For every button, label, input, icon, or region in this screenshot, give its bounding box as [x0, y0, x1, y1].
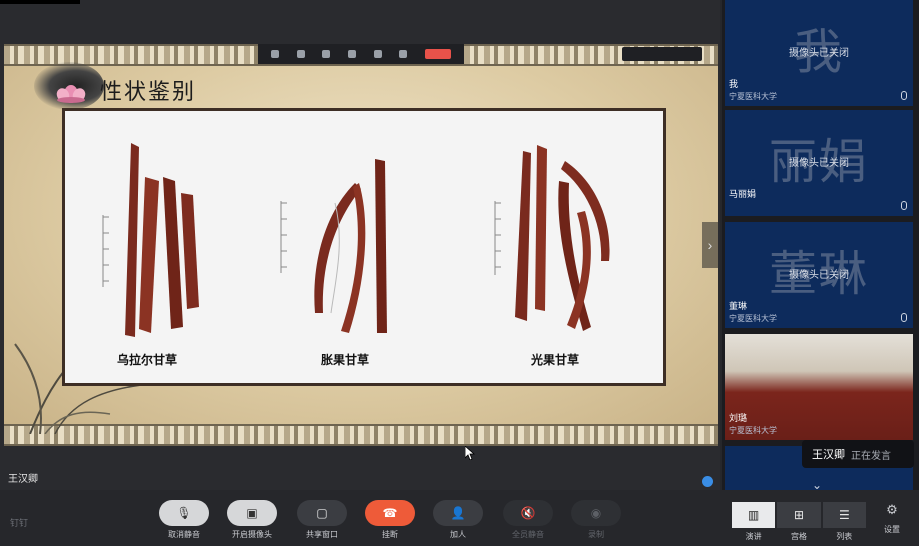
mini-stop-share-button[interactable]: [425, 49, 452, 59]
meeting-window: 性状鉴别 乌拉尔甘草 胀果甘草 光果甘草 › 王汉卿 我 摄像头已关闭 我 宁夏…: [0, 0, 919, 546]
share-window-button[interactable]: ▢ 共享窗口: [296, 500, 348, 540]
camera-off-status: 摄像头已关闭: [789, 48, 849, 59]
mouse-cursor-icon: [465, 446, 475, 460]
camera-off-status: 摄像头已关闭: [789, 158, 849, 169]
presentation-slide: 性状鉴别 乌拉尔甘草 胀果甘草 光果甘草: [4, 44, 718, 446]
herb-label-1: 乌拉尔甘草: [117, 353, 178, 367]
next-page-arrow[interactable]: ›: [702, 222, 718, 268]
participant-tile[interactable]: 董琳 摄像头已关闭 董琳 宁夏医科大学: [725, 222, 913, 328]
specimen-card: 乌拉尔甘草 胀果甘草 光果甘草: [62, 108, 666, 386]
mini-timer-icon: [399, 50, 408, 58]
herb-label-2: 胀果甘草: [321, 353, 370, 367]
list-view-icon[interactable]: ☰: [822, 502, 866, 528]
share-screen-icon[interactable]: ▢: [297, 500, 347, 526]
add-participant-button[interactable]: 👤 加人: [432, 500, 484, 540]
camera-off-icon[interactable]: ▣: [227, 500, 277, 526]
mini-add-icon[interactable]: [347, 50, 356, 58]
mute-all-button[interactable]: 🔇 全员静音: [502, 500, 554, 540]
app-brand: 钉钉: [10, 518, 29, 528]
participant-name: 刘璐: [729, 413, 748, 423]
grid-view-label: 宫格: [790, 532, 807, 541]
mic-muted-icon: [901, 201, 907, 210]
mini-camera-icon[interactable]: [296, 50, 305, 58]
herb-image-1: [102, 143, 199, 337]
phone-hangup-icon[interactable]: ☎: [365, 500, 415, 526]
mute-all-icon[interactable]: 🔇: [503, 500, 553, 526]
speaker-view-label: 演讲: [745, 532, 762, 541]
unmute-button[interactable]: 🎙 取消静音: [158, 500, 210, 540]
gear-icon[interactable]: ⚙: [880, 502, 904, 518]
camera-button[interactable]: ▣ 开启摄像头: [226, 500, 278, 540]
view-mode-labels: 演讲 宫格 列表: [732, 531, 866, 542]
mic-muted-icon: [901, 91, 907, 100]
view-mode-dropdown[interactable]: [622, 47, 702, 61]
speaker-view-icon[interactable]: ▥: [732, 502, 776, 528]
chevron-down-icon[interactable]: ⌄: [812, 478, 822, 492]
participant-video-tile[interactable]: 刘璐 宁夏医科大学: [725, 334, 913, 440]
active-speaker-status: 正在发言: [851, 450, 891, 462]
participant-name: 马丽娟: [729, 189, 757, 199]
active-speaker-tooltip: 王汉卿 正在发言: [802, 440, 914, 468]
view-mode-group[interactable]: ▥ ⊞ ☰: [732, 502, 866, 528]
mini-member-icon[interactable]: [322, 50, 331, 58]
list-view-label: 列表: [836, 532, 853, 541]
shared-screen-area: 性状鉴别 乌拉尔甘草 胀果甘草 光果甘草 › 王汉卿: [0, 0, 720, 490]
add-user-icon[interactable]: 👤: [433, 500, 483, 526]
active-speaker-name: 王汉卿: [812, 449, 845, 461]
mic-off-icon[interactable]: 🎙: [159, 500, 209, 526]
slide-title: 性状鉴别: [100, 79, 197, 104]
participant-org: 宁夏医科大学: [729, 426, 777, 435]
participant-tile[interactable]: 我 摄像头已关闭 我 宁夏医科大学: [725, 0, 913, 106]
herb-label-3: 光果甘草: [531, 353, 580, 367]
participant-panel[interactable]: 我 摄像头已关闭 我 宁夏医科大学 丽娟 摄像头已关闭 马丽娟 董琳 摄像头已关…: [722, 0, 919, 490]
participant-name: 董琳: [729, 301, 748, 311]
camera-off-status: 摄像头已关闭: [789, 270, 849, 281]
top-edge-bar: [0, 0, 80, 4]
herb-image-3: [494, 145, 610, 331]
grid-view-icon[interactable]: ⊞: [777, 502, 821, 528]
herb-image-2: [280, 159, 387, 333]
record-icon[interactable]: ◉: [571, 500, 621, 526]
chat-icon[interactable]: [702, 476, 713, 487]
meeting-toolbar: 钉钉 🎙 取消静音 ▣ 开启摄像头 ▢ 共享窗口 ☎ 挂断 👤 加人 🔇 全员静…: [0, 494, 919, 546]
participant-tile[interactable]: 丽娟 摄像头已关闭 马丽娟: [725, 110, 913, 216]
participant-org: 宁夏医科大学: [729, 314, 777, 323]
mic-muted-icon: [901, 313, 907, 322]
participant-org: 宁夏医科大学: [729, 92, 777, 101]
share-control-toolbar[interactable]: [258, 44, 464, 64]
mini-mic-icon[interactable]: [270, 50, 279, 58]
settings-button[interactable]: ⚙ 设置: [880, 502, 904, 535]
participant-name: 我: [729, 79, 739, 89]
sharer-name: 王汉卿: [8, 474, 38, 485]
record-button[interactable]: ◉ 录制: [570, 500, 622, 540]
hangup-button[interactable]: ☎ 挂断: [364, 500, 416, 540]
mini-share-icon[interactable]: [373, 50, 382, 58]
lotus-decoration: [56, 85, 86, 103]
